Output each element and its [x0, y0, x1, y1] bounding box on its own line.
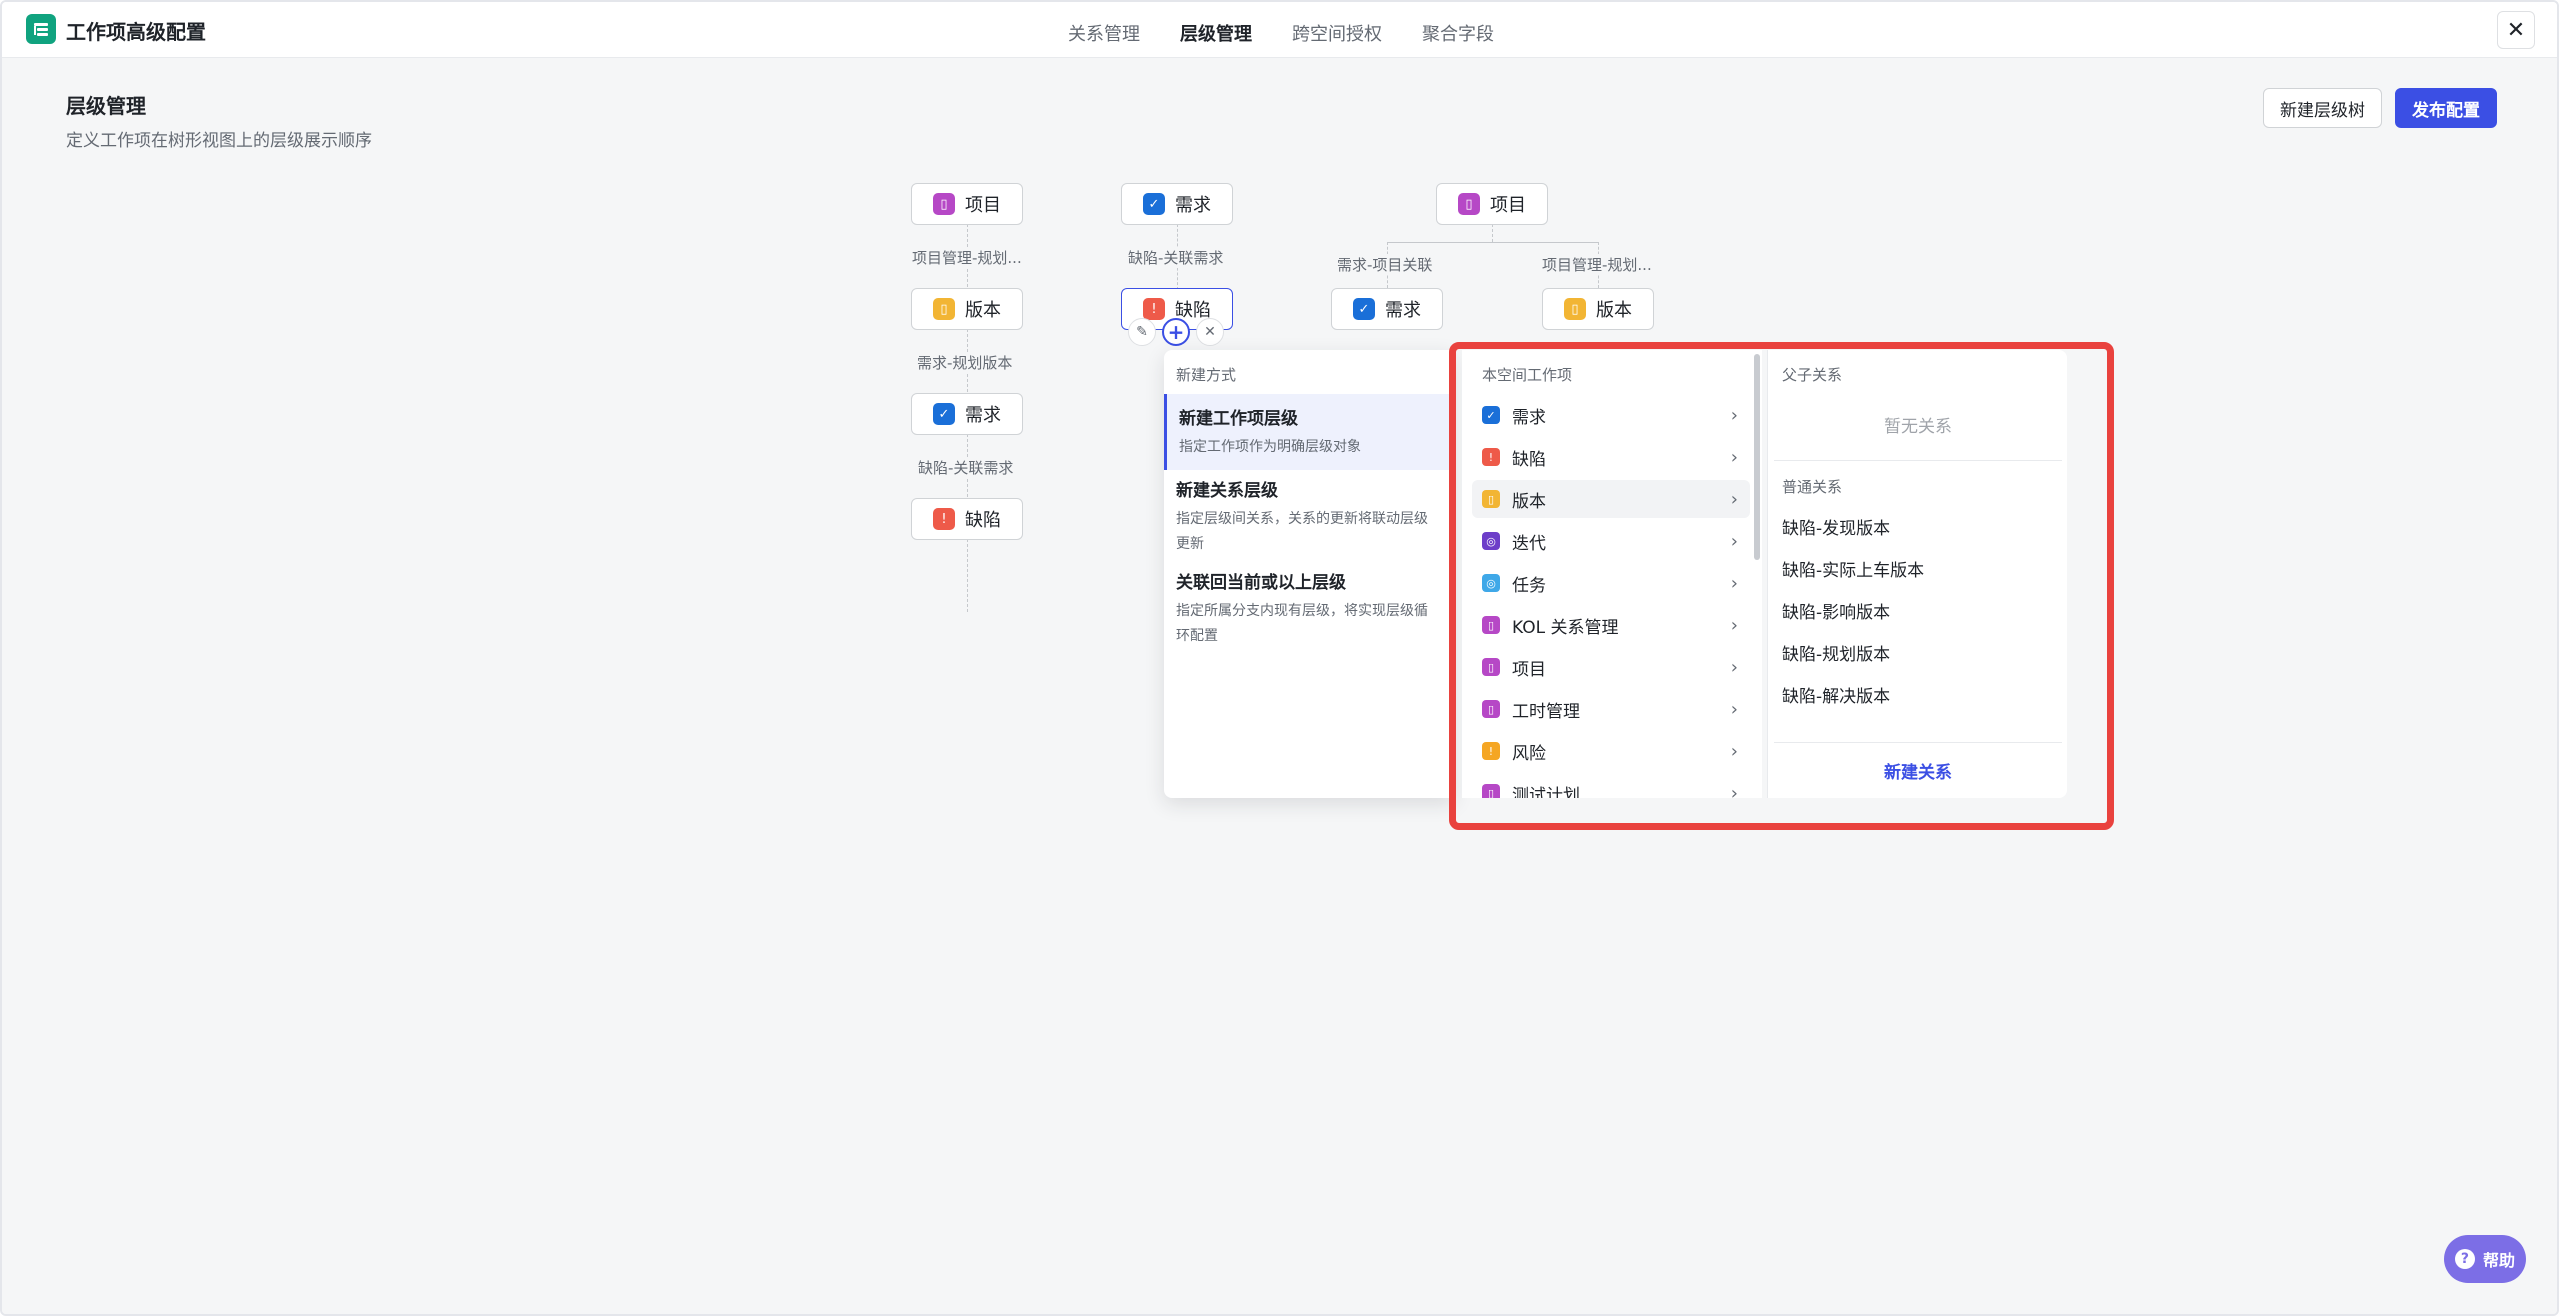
node-label: 项目 [1490, 195, 1526, 216]
help-label: 帮助 [2482, 1251, 2515, 1270]
requirement-icon: ✓ [1353, 298, 1375, 320]
method-title: 关联回当前或以上层级 [1176, 573, 1346, 593]
tree2-node-requirement[interactable]: ✓ 需求 [1121, 183, 1233, 225]
pencil-icon: ✎ [1136, 324, 1148, 340]
node-label: 需求 [1175, 195, 1211, 216]
node-label: 需求 [1385, 300, 1421, 321]
bookmark-icon: ▯ [1458, 193, 1480, 215]
tree3-node-project[interactable]: ▯ 项目 [1436, 183, 1548, 225]
tree1-edge-label: 项目管理-规划... [910, 247, 1024, 268]
version-icon: ▯ [1564, 298, 1586, 320]
tree3-branch-line [1387, 242, 1598, 243]
method-title: 新建工作项层级 [1179, 409, 1298, 429]
method-title: 新建关系层级 [1176, 481, 1278, 501]
help-button[interactable]: ? 帮助 [2444, 1235, 2526, 1283]
node-label: 项目 [965, 195, 1001, 216]
tree3-node-version[interactable]: ▯ 版本 [1542, 288, 1654, 330]
methods-title: 新建方式 [1176, 366, 1237, 384]
close-icon: ✕ [2506, 17, 2526, 43]
tree3-node-requirement[interactable]: ✓ 需求 [1331, 288, 1443, 330]
method-desc: 指定工作项作为明确层级对象 [1179, 439, 1361, 455]
method-desc: 环配置 [1176, 627, 1218, 644]
method-link-back-level[interactable]: 关联回当前或以上层级 指定所属分支内现有层级，将实现层级循 环配置 [1164, 558, 1454, 658]
requirement-icon: ✓ [1143, 193, 1165, 215]
tree1-node-bug[interactable]: ! 缺陷 [911, 498, 1023, 540]
node-label: 需求 [965, 405, 1001, 426]
bug-icon: ! [1143, 298, 1165, 320]
tab-relation-management[interactable]: 关系管理 [1068, 20, 1140, 46]
new-tree-button[interactable]: 新建层级树 [2263, 88, 2382, 128]
tree1-node-project[interactable]: ▯ 项目 [911, 183, 1023, 225]
method-new-workitem-level[interactable]: 新建工作项层级 指定工作项作为明确层级对象 [1164, 394, 1454, 470]
page-title: 层级管理 [66, 94, 146, 118]
version-icon: ▯ [933, 298, 955, 320]
question-icon: ? [2454, 1249, 2475, 1269]
page-description: 定义工作项在树形视图上的层级展示顺序 [66, 131, 372, 151]
tree1-node-requirement[interactable]: ✓ 需求 [911, 393, 1023, 435]
edit-node-button[interactable]: ✎ [1128, 318, 1156, 346]
delete-node-button[interactable]: ✕ [1196, 318, 1224, 346]
page-frame: 工作项高级配置 关系管理 层级管理 跨空间授权 聚合字段 ✕ 层级管理 定义工作… [0, 0, 2559, 1316]
method-desc: 更新 [1176, 535, 1204, 552]
plus-icon: + [1167, 320, 1185, 344]
app-title: 工作项高级配置 [66, 20, 206, 44]
requirement-icon: ✓ [933, 403, 955, 425]
close-button[interactable]: ✕ [2497, 11, 2535, 49]
tree3-edge-label: 项目管理-规划... [1540, 254, 1654, 275]
method-new-relation-level[interactable]: 新建关系层级 指定层级间关系，关系的更新将联动层级 更新 [1164, 466, 1454, 566]
highlight-annotation [1449, 342, 2114, 830]
top-bar: 工作项高级配置 关系管理 层级管理 跨空间授权 聚合字段 ✕ [2, 2, 2557, 58]
node-label: 版本 [965, 300, 1001, 321]
creation-method-panel: 新建方式 新建工作项层级 指定工作项作为明确层级对象 新建关系层级 指定层级间关… [1164, 350, 1454, 798]
bookmark-icon: ▯ [933, 193, 955, 215]
tree3-edge-label: 需求-项目关联 [1335, 254, 1435, 275]
tab-cross-space-auth[interactable]: 跨空间授权 [1292, 20, 1382, 46]
tab-hierarchy-management[interactable]: 层级管理 [1180, 20, 1252, 46]
node-label: 版本 [1596, 300, 1632, 321]
add-level-button[interactable]: + [1162, 318, 1190, 346]
tree1-node-version[interactable]: ▯ 版本 [911, 288, 1023, 330]
tab-aggregate-fields[interactable]: 聚合字段 [1422, 20, 1494, 46]
tree2-edge-label: 缺陷-关联需求 [1126, 247, 1226, 268]
method-desc: 指定层级间关系，关系的更新将联动层级 [1176, 511, 1428, 527]
bug-icon: ! [933, 508, 955, 530]
node-action-bar: ✎ + ✕ [1128, 318, 1224, 346]
tree1-edge-label: 缺陷-关联需求 [916, 457, 1016, 478]
node-label: 缺陷 [965, 510, 1001, 531]
tree3-connector [1492, 224, 1493, 242]
app-logo-icon [26, 14, 56, 44]
top-tabs: 关系管理 层级管理 跨空间授权 聚合字段 [1068, 20, 1494, 46]
publish-button[interactable]: 发布配置 [2395, 88, 2497, 128]
tree1-edge-label: 需求-规划版本 [915, 352, 1015, 373]
close-icon: ✕ [1204, 324, 1216, 340]
method-desc: 指定所属分支内现有层级，将实现层级循 [1176, 603, 1428, 619]
